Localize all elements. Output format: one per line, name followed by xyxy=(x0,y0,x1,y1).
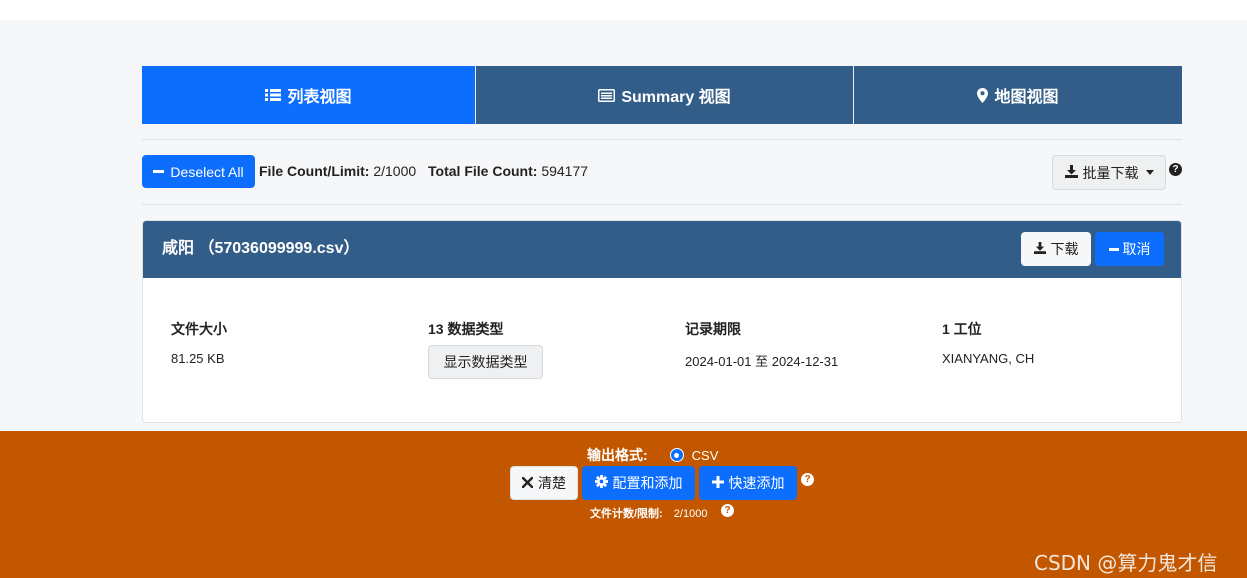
quick-add-label: 快速添加 xyxy=(728,475,785,491)
file-size-value: 81.25 KB xyxy=(171,351,225,366)
file-count-value: 2/1000 xyxy=(373,163,417,179)
clear-label: 清楚 xyxy=(538,475,566,491)
footer-file-count: 文件计数/限制: 2/1000 xyxy=(590,505,707,521)
radio-dot xyxy=(674,452,680,458)
station-value: XIANYANG, CH xyxy=(942,351,1035,366)
csv-option-label: CSV xyxy=(691,447,719,463)
list-icon xyxy=(265,88,282,102)
file-size-heading: 文件大小 xyxy=(171,321,227,337)
top-strip xyxy=(0,0,1247,20)
footer-file-count-value: 2/1000 xyxy=(673,508,708,520)
download-label: 下载 xyxy=(1050,241,1079,257)
file-title: 咸阳 （57036099999.csv） xyxy=(162,240,360,257)
watermark: CSDN @算力鬼才信 xyxy=(1034,551,1218,575)
deselect-all-label: Deselect All xyxy=(170,163,244,180)
tab-list-view-label: 列表视图 xyxy=(287,89,352,106)
record-period-column: 记录期限 2024-01-01 至 2024-12-31 xyxy=(685,319,838,370)
minus-icon xyxy=(153,170,165,173)
gear-icon xyxy=(594,475,608,491)
map-marker-icon xyxy=(977,87,989,103)
file-count-summary: File Count/Limit: 2/1000 Total File Coun… xyxy=(259,163,588,179)
tab-map-view[interactable]: 地图视图 xyxy=(854,66,1182,124)
bulk-download-label: 批量下载 xyxy=(1082,164,1139,181)
view-tabs: 列表视图 Summary 视图 地图视图 xyxy=(142,66,1182,124)
plus-icon xyxy=(711,475,724,491)
download-icon xyxy=(1033,241,1046,257)
file-size-column: 文件大小 81.25 KB xyxy=(171,319,227,366)
download-button[interactable]: 下载 xyxy=(1021,232,1091,266)
close-icon xyxy=(521,475,534,491)
footer-file-count-label: 文件计数/限制: xyxy=(590,508,663,520)
chevron-down-icon xyxy=(1145,170,1154,175)
summary-card-icon xyxy=(598,88,616,102)
help-icon[interactable]: ? xyxy=(721,504,734,517)
tab-summary-view-label: Summary 视图 xyxy=(621,89,731,106)
output-format: 输出格式: CSV xyxy=(587,445,718,465)
help-icon[interactable]: ? xyxy=(1169,163,1182,176)
quick-add-button[interactable]: 快速添加 xyxy=(699,466,797,500)
file-count-label: File Count/Limit: xyxy=(259,163,370,179)
show-data-types-button[interactable]: 显示数据类型 xyxy=(428,345,543,379)
footer-bar: 输出格式: CSV 清楚 配置和添加 快速添加 ? 文件计数/限制: 2/100… xyxy=(0,431,1247,578)
output-format-label: 输出格式: xyxy=(587,447,648,463)
data-types-column: 13 数据类型 显示数据类型 xyxy=(428,319,543,379)
csv-radio[interactable] xyxy=(669,448,684,462)
station-heading: 1 工位 xyxy=(942,321,982,337)
download-icon xyxy=(1064,164,1078,181)
file-card-header: 咸阳 （57036099999.csv） 下载 取消 xyxy=(143,221,1181,278)
file-card: 咸阳 （57036099999.csv） 下载 取消 文件大小 81.25 KB… xyxy=(142,220,1182,423)
cancel-button[interactable]: 取消 xyxy=(1095,232,1164,266)
record-period-heading: 记录期限 xyxy=(685,321,741,337)
clear-button[interactable]: 清楚 xyxy=(510,466,578,500)
record-period-value: 2024-01-01 至 2024-12-31 xyxy=(685,354,839,369)
divider xyxy=(142,204,1182,205)
configure-and-add-button[interactable]: 配置和添加 xyxy=(582,466,695,500)
divider xyxy=(142,139,1182,140)
tab-summary-view[interactable]: Summary 视图 xyxy=(476,66,854,124)
deselect-all-button[interactable]: Deselect All xyxy=(142,155,255,188)
minus-icon xyxy=(1108,247,1119,251)
bulk-download-dropdown[interactable]: 批量下载 xyxy=(1052,155,1166,190)
total-count-label: Total File Count: xyxy=(428,163,538,179)
help-icon[interactable]: ? xyxy=(801,473,814,486)
station-column: 1 工位 XIANYANG, CH xyxy=(942,319,1034,366)
cancel-label: 取消 xyxy=(1122,241,1151,257)
configure-and-add-label: 配置和添加 xyxy=(612,475,683,491)
tab-list-view[interactable]: 列表视图 xyxy=(142,66,476,124)
data-types-heading: 13 数据类型 xyxy=(428,321,504,337)
tab-map-view-label: 地图视图 xyxy=(994,89,1059,106)
total-count-value: 594177 xyxy=(541,163,589,179)
